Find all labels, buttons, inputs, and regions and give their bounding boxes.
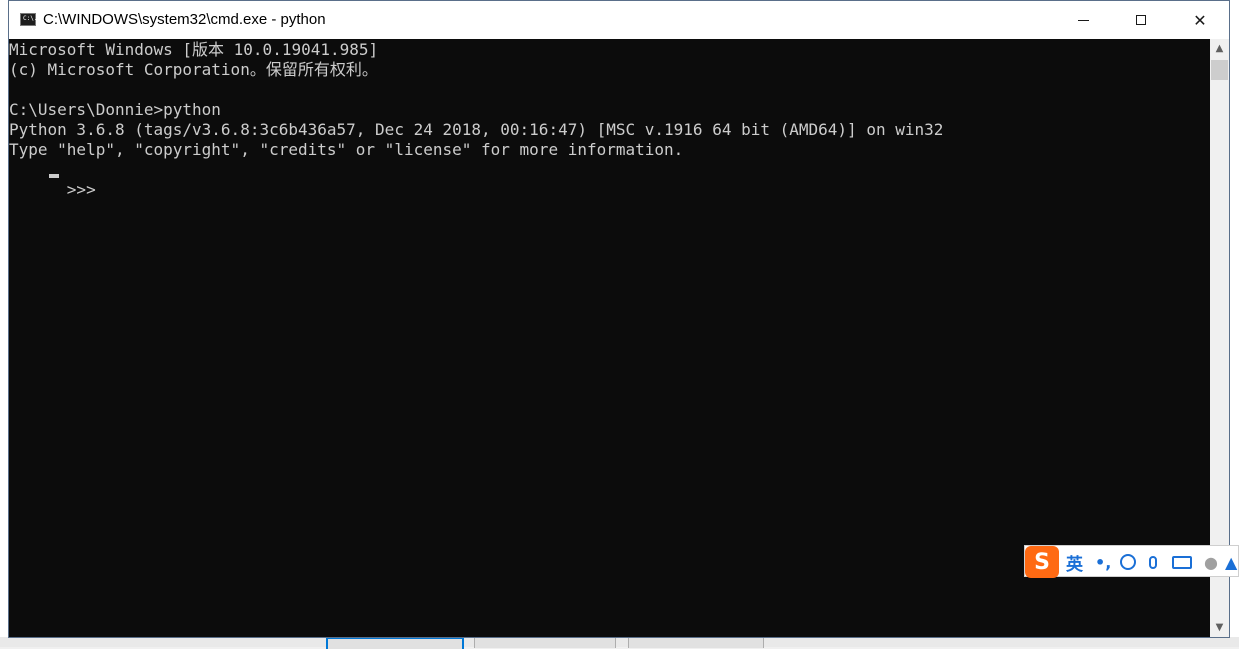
user-icon[interactable]: ● — [1204, 551, 1218, 573]
python-prompt[interactable]: >>> — [9, 160, 1210, 199]
background-browse-button — [628, 637, 764, 648]
ime-punctuation-toggle[interactable]: •, — [1095, 551, 1111, 573]
arrow-up-icon: ▲ — [1215, 43, 1224, 54]
background-cancel-button — [474, 637, 616, 648]
console-line: C:\Users\Donnie>python — [9, 100, 221, 119]
prompt-text: >>> — [66, 180, 106, 199]
scroll-up-button[interactable]: ▲ — [1210, 39, 1229, 58]
close-icon: ✕ — [1193, 10, 1207, 30]
cmd-icon[interactable]: C:\. — [20, 13, 37, 26]
console-line: Microsoft Windows [版本 10.0.19041.985] — [9, 40, 379, 59]
ime-toolbar[interactable]: S 英 •, ● ▲ — [1024, 545, 1239, 578]
console-line: Python 3.6.8 (tags/v3.6.8:3c6b436a57, De… — [9, 120, 944, 139]
arrow-down-icon: ▼ — [1215, 622, 1224, 633]
maximize-icon — [1136, 15, 1146, 25]
minimize-icon — [1077, 19, 1089, 21]
minimize-button[interactable] — [1054, 1, 1112, 39]
close-button[interactable]: ✕ — [1171, 1, 1229, 39]
background-window-bottom — [0, 637, 1239, 647]
arrow-up-icon[interactable]: ▲ — [1225, 551, 1237, 573]
scroll-thumb[interactable] — [1211, 60, 1228, 80]
title-bar[interactable]: C:\. C:\WINDOWS\system32\cmd.exe - pytho… — [9, 1, 1229, 39]
cmd-window: C:\. C:\WINDOWS\system32\cmd.exe - pytho… — [8, 0, 1230, 638]
maximize-button[interactable] — [1112, 1, 1170, 39]
console-line: Type "help", "copyright", "credits" or "… — [9, 140, 684, 159]
scroll-down-button[interactable]: ▼ — [1210, 618, 1229, 637]
microphone-icon[interactable] — [1149, 551, 1157, 573]
ime-language-toggle[interactable]: 英 — [1066, 551, 1083, 575]
text-cursor — [49, 174, 59, 178]
console-line: (c) Microsoft Corporation。保留所有权利。 — [9, 60, 378, 79]
sogou-logo-icon[interactable]: S — [1025, 546, 1059, 578]
background-ok-button — [326, 637, 464, 649]
keyboard-icon[interactable] — [1172, 551, 1192, 573]
window-title: C:\WINDOWS\system32\cmd.exe - python — [43, 11, 326, 28]
emoji-icon[interactable] — [1120, 551, 1136, 573]
